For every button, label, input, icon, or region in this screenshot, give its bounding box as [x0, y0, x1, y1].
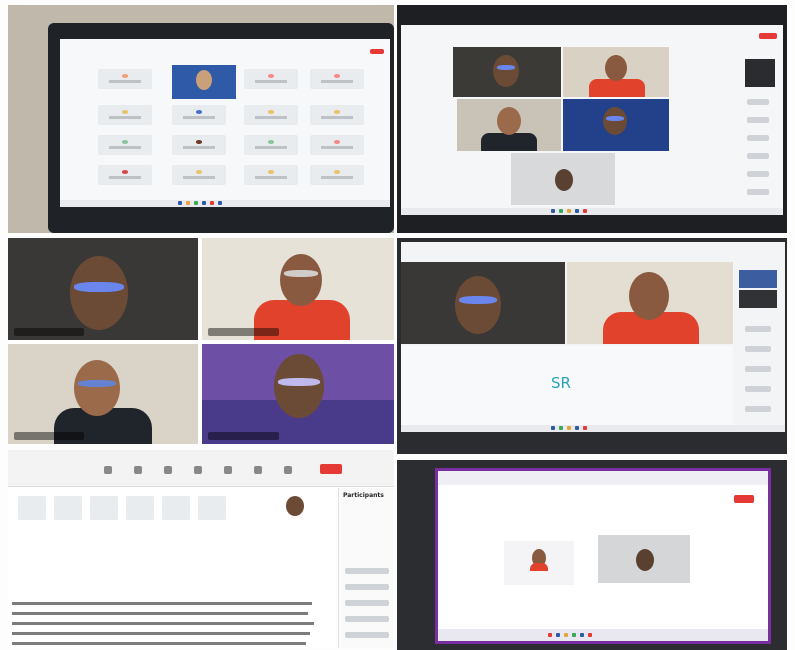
video-tile	[457, 99, 561, 151]
participants-sidebar: Participants	[338, 488, 394, 648]
toolbar-icon[interactable]	[134, 466, 142, 474]
taskbar	[60, 200, 390, 207]
panel-bottom-right-laptop	[397, 460, 787, 650]
bottom-bar	[438, 629, 768, 641]
video-tile	[598, 535, 690, 583]
doc-paragraph-line	[12, 632, 310, 635]
doc-paragraph-line	[12, 602, 312, 605]
panel-middle-left-gallery	[8, 238, 394, 444]
participant-list-item	[745, 406, 771, 412]
taskbar	[401, 208, 783, 215]
toolbar-icon[interactable]	[224, 466, 232, 474]
panel-top-right-laptop	[397, 5, 787, 233]
active-speaker-tile	[172, 65, 236, 99]
participant-list-item	[747, 99, 769, 105]
toolbar-icon[interactable]	[254, 466, 262, 474]
participant-list-item	[747, 153, 769, 159]
doc-paragraph-line	[12, 622, 314, 625]
panel-bottom-left-app: Participants	[8, 450, 394, 648]
laptop-screen	[435, 468, 771, 644]
participant-tile	[172, 135, 226, 155]
participant-tile	[244, 69, 298, 89]
sidebar-title: Participants	[343, 492, 384, 499]
leave-button[interactable]	[734, 495, 754, 503]
participant-list-item	[747, 135, 769, 141]
document-area	[8, 530, 334, 648]
participant-list-item	[745, 366, 771, 372]
video-tile	[202, 344, 394, 444]
participant-tile	[310, 69, 364, 89]
participant-name-label	[208, 328, 279, 336]
toolbar-icon[interactable]	[284, 466, 292, 474]
participant-tile	[98, 165, 152, 185]
leave-button[interactable]	[759, 33, 777, 39]
participant-name-label	[208, 432, 279, 440]
video-tile	[453, 47, 561, 97]
participant-tile	[310, 165, 364, 185]
video-tile	[8, 344, 198, 444]
video-tile	[563, 99, 669, 151]
app-toolbar	[438, 471, 768, 485]
participant-tile	[310, 105, 364, 125]
avatar-initials: SR	[551, 374, 571, 392]
participant-list-item	[745, 386, 771, 392]
participant-list-item	[747, 171, 769, 177]
laptop-screen	[401, 25, 783, 215]
self-view-tile	[739, 290, 777, 308]
video-tile	[401, 262, 565, 344]
participant-list-item	[745, 326, 771, 332]
video-tile	[202, 238, 394, 340]
participant-tile	[244, 135, 298, 155]
self-view-tile	[745, 59, 775, 87]
participant-tile	[310, 135, 364, 155]
leave-button[interactable]	[370, 49, 384, 54]
thumbnail-strip	[8, 492, 328, 524]
avatar-tile	[504, 541, 574, 585]
video-tile	[8, 238, 198, 340]
video-tile	[567, 262, 733, 344]
self-view-tile	[739, 270, 777, 288]
participant-tile	[244, 165, 298, 185]
laptop-screen	[60, 39, 390, 207]
panel-middle-right-laptop: SR	[397, 238, 787, 454]
participant-name-label	[14, 432, 84, 440]
participant-list-item	[345, 568, 389, 574]
participant-list-item	[745, 346, 771, 352]
doc-paragraph-line	[12, 642, 306, 645]
participant-name-label	[14, 328, 84, 336]
participant-tile	[98, 105, 152, 125]
participant-list-item	[345, 616, 389, 622]
leave-button[interactable]	[320, 464, 342, 474]
participant-tile	[244, 105, 298, 125]
doc-paragraph-line	[12, 612, 308, 615]
participant-tile	[172, 165, 226, 185]
participant-tile	[98, 135, 152, 155]
video-tile	[563, 47, 669, 97]
participant-list-item	[345, 600, 389, 606]
toolbar-icon[interactable]	[164, 466, 172, 474]
participant-tile	[172, 105, 226, 125]
participant-list-item	[747, 189, 769, 195]
speaker-face	[196, 70, 212, 90]
toolbar	[8, 450, 394, 487]
taskbar	[401, 425, 785, 432]
toolbar-icon[interactable]	[104, 466, 112, 474]
avatar-tile: SR	[401, 346, 733, 426]
toolbar-icon[interactable]	[194, 466, 202, 474]
panel-top-left-laptop	[8, 5, 394, 233]
participant-list-item	[345, 584, 389, 590]
participant-tile	[98, 69, 152, 89]
video-tile	[511, 153, 615, 205]
participant-list-item	[345, 632, 389, 638]
laptop-screen: SR	[401, 242, 785, 432]
participant-list-item	[747, 117, 769, 123]
